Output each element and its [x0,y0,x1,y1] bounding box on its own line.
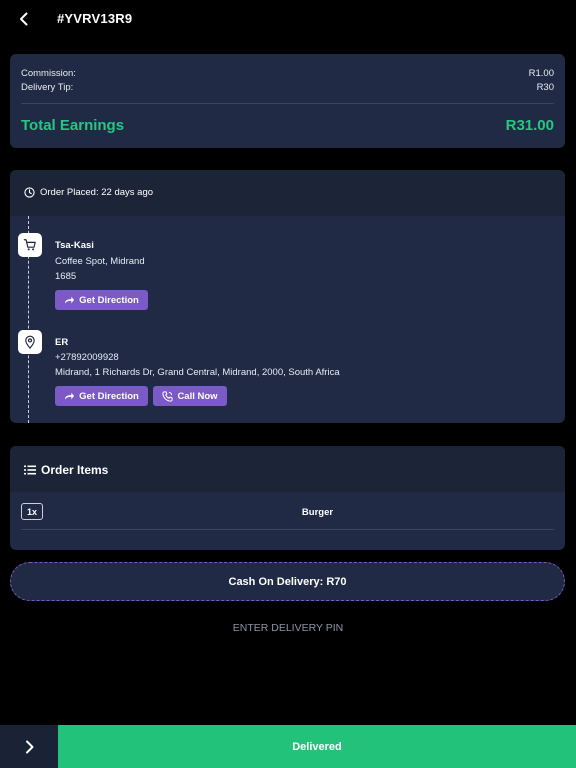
tip-label: Delivery Tip: [21,82,74,93]
order-placed-header: Order Placed: 22 days ago [10,170,565,216]
share-arrow-icon [65,296,75,304]
commission-value: R1.00 [528,68,554,79]
call-now-button[interactable]: Call Now [153,386,227,406]
dropoff-name: ER [55,337,69,348]
items-divider [21,529,554,530]
back-button[interactable] [14,8,34,30]
order-placed-text: Order Placed: 22 days ago [40,187,154,198]
pickup-address-line1: Coffee Spot, Midrand [55,256,145,267]
commission-label: Commission: [21,68,76,79]
enter-delivery-pin-link[interactable]: ENTER DELIVERY PIN [0,622,576,634]
share-arrow-icon [65,392,75,400]
total-earnings-label: Total Earnings [21,117,125,134]
bottom-action-bar: Delivered [0,725,576,768]
tip-row: Delivery Tip: R30 [21,82,554,93]
total-earnings-value: R31.00 [505,117,554,134]
pickup-marker [18,233,42,257]
item-name: Burger [301,507,334,518]
order-items-title-text: Order Items [41,463,109,477]
earnings-card: Commission: R1.00 Delivery Tip: R30 Tota… [10,54,565,148]
order-id-title: #YVRV13R9 [57,11,133,26]
pickup-get-direction-label: Get Direction [79,294,139,306]
chevron-right-icon [25,740,33,753]
commission-row: Commission: R1.00 [21,68,554,79]
cash-on-delivery-text: Cash On Delivery: R70 [228,575,347,588]
total-earnings-row: Total Earnings R31.00 [21,117,554,134]
delivered-button[interactable]: Delivered [58,725,576,768]
phone-call-icon [162,390,174,402]
list-icon [24,465,36,475]
clock-icon [24,187,35,198]
cart-icon [23,239,36,251]
call-now-label: Call Now [177,390,218,402]
dropoff-marker [18,330,42,354]
pickup-address-line2: 1685 [55,271,77,282]
order-items-header: Order Items [10,446,565,492]
tip-value: R30 [536,82,554,93]
dropoff-phone: +27892009928 [55,352,119,363]
order-placed: Order Placed: 22 days ago [24,187,153,198]
order-items-title: Order Items [24,463,108,477]
cash-on-delivery-box: Cash On Delivery: R70 [10,562,565,601]
order-route-card: Order Placed: 22 days ago Tsa-Kasi Coffe… [10,170,565,423]
app-header: #YVRV13R9 [0,0,576,38]
dropoff-get-direction-label: Get Direction [79,390,139,402]
pickup-get-direction-button[interactable]: Get Direction [55,290,148,310]
chevron-left-icon [20,12,28,26]
earnings-divider [21,103,554,104]
swipe-handle[interactable] [0,725,58,768]
delivered-label: Delivered [292,740,342,753]
dropoff-address: Midrand, 1 Richards Dr, Grand Central, M… [55,367,340,378]
pickup-name: Tsa-Kasi [55,240,94,251]
dropoff-get-direction-button[interactable]: Get Direction [55,386,148,406]
order-items-card: Order Items 1x Burger [10,446,565,550]
location-pin-icon [25,335,35,349]
